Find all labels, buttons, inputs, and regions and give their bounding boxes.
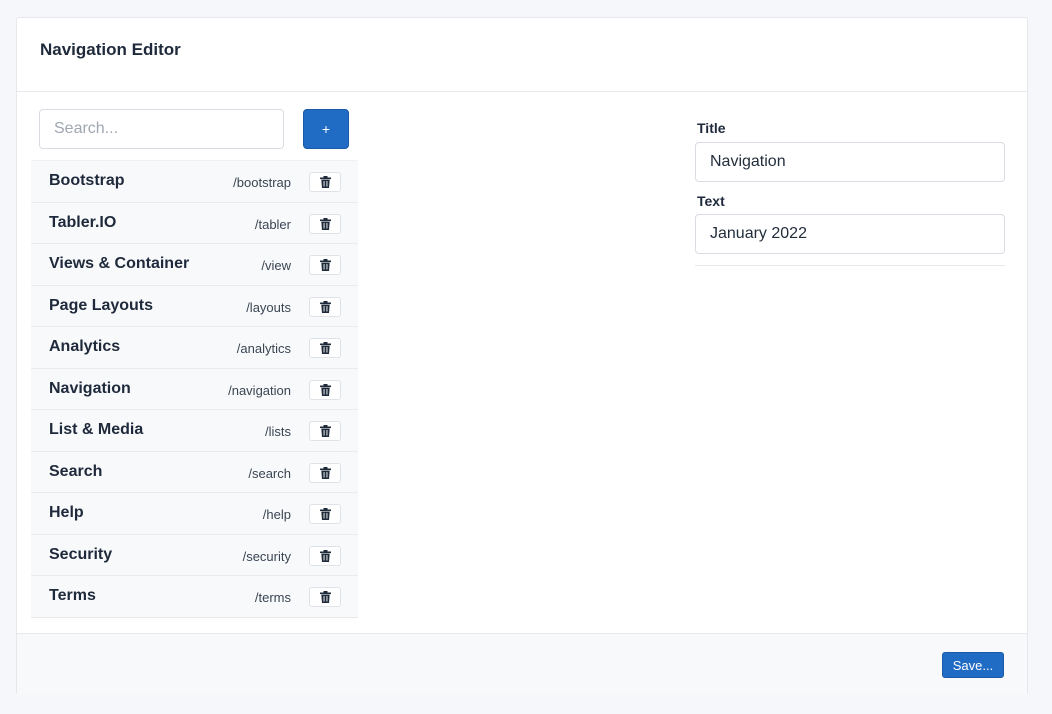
trash-icon	[319, 508, 331, 520]
nav-item-label: Page Layouts	[49, 296, 154, 314]
delete-item-button[interactable]	[309, 379, 341, 400]
trash-icon	[319, 549, 331, 562]
trash-icon	[319, 176, 331, 188]
delete-item-button[interactable]	[309, 296, 341, 317]
nav-list-item[interactable]: Views & Container /view	[31, 243, 358, 285]
delete-item-button[interactable]	[309, 172, 341, 192]
trash-icon	[319, 425, 331, 437]
nav-list-item[interactable]: Help /help	[31, 492, 358, 534]
nav-item-path: /lists	[265, 424, 291, 439]
delete-item-button[interactable]	[309, 504, 341, 524]
nav-list-item[interactable]: List & Media /lists	[31, 409, 358, 451]
nav-list-item[interactable]: Tabler.IO /tabler	[31, 201, 358, 243]
card-header: Navigation Editor	[17, 18, 1027, 92]
search-input[interactable]	[39, 109, 284, 149]
nav-item-label: List & Media	[49, 421, 144, 438]
nav-item-path: /analytics	[236, 341, 291, 356]
nav-list-item[interactable]: Page Layouts /layouts	[31, 284, 358, 326]
nav-list-item[interactable]: Search /search	[31, 450, 358, 492]
save-button[interactable]: Save...	[942, 652, 1004, 678]
nav-item-path: /help	[262, 507, 291, 522]
trash-icon	[319, 383, 331, 396]
form-divider	[695, 265, 1005, 266]
add-item-button[interactable]: +	[303, 109, 349, 149]
nav-item-label: Analytics	[49, 338, 121, 355]
nav-item-list: Bootstrap /bootstrap Tabler.IO /tabler V…	[31, 160, 358, 618]
delete-item-button[interactable]	[309, 338, 341, 358]
nav-list-item[interactable]: Terms /terms	[31, 575, 358, 617]
nav-item-label: Search	[49, 462, 103, 480]
nav-item-path: /view	[261, 258, 291, 273]
page-title: Navigation Editor	[40, 40, 181, 59]
nav-item-path: /layouts	[246, 299, 291, 315]
trash-icon	[319, 259, 331, 271]
trash-icon	[319, 591, 331, 603]
nav-item-path: /navigation	[228, 382, 291, 398]
nav-item-label: Navigation	[49, 379, 131, 397]
navigation-editor-card: Navigation Editor + Bootstrap /bootstrap…	[16, 17, 1028, 695]
delete-item-button[interactable]	[309, 213, 341, 234]
title-field[interactable]	[695, 142, 1005, 182]
delete-item-button[interactable]	[309, 462, 341, 483]
nav-list-item[interactable]: Navigation /navigation	[31, 367, 358, 409]
trash-icon	[319, 342, 331, 354]
nav-list-item[interactable]: Security /security	[31, 533, 358, 575]
nav-item-label: Tabler.IO	[49, 213, 117, 231]
nav-item-path: /bootstrap	[233, 175, 291, 190]
nav-item-path: /tabler	[254, 216, 291, 232]
card-footer: Save...	[17, 633, 1027, 695]
delete-item-button[interactable]	[309, 545, 341, 566]
text-label: Text	[697, 193, 725, 209]
nav-item-path: /terms	[254, 590, 291, 605]
nav-item-label: Bootstrap	[49, 172, 125, 189]
nav-item-label: Views & Container	[49, 255, 190, 272]
nav-list-item[interactable]: Bootstrap /bootstrap	[31, 160, 358, 202]
delete-item-button[interactable]	[309, 587, 341, 607]
delete-item-button[interactable]	[309, 421, 341, 441]
text-field[interactable]	[695, 214, 1005, 254]
trash-icon	[319, 466, 331, 479]
trash-icon	[319, 217, 331, 230]
trash-icon	[319, 300, 331, 313]
nav-list-item[interactable]: Analytics /analytics	[31, 326, 358, 368]
nav-item-path: /search	[248, 465, 291, 481]
nav-item-path: /security	[242, 548, 291, 564]
nav-item-label: Terms	[49, 587, 96, 604]
nav-item-label: Security	[49, 545, 113, 563]
delete-item-button[interactable]	[309, 255, 341, 275]
nav-item-label: Help	[49, 504, 84, 521]
title-label: Title	[697, 120, 726, 136]
